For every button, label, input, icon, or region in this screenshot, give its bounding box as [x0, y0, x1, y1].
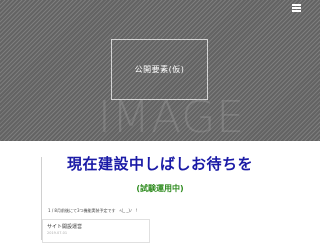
hero-label: 公開要素(仮) — [134, 65, 185, 74]
hero-image-area: 公開要素(仮) IMAGE — [0, 0, 320, 141]
hamburger-menu-icon[interactable] — [292, 4, 301, 12]
news-date: 2019.07.01 — [47, 231, 68, 235]
construction-notice-title: 現在建設中しばしお待ちを — [66, 155, 253, 173]
image-watermark: IMAGE — [98, 92, 246, 143]
news-card[interactable]: サイト開設運営 2019.07.01 — [42, 219, 150, 243]
news-title: サイト開設運営 — [47, 224, 83, 230]
hero-label-box: 公開要素(仮) — [111, 39, 208, 100]
notice-small-text: 1 / 8月前後にて3つ機能実装予定です ﾍ(_ _)ﾉ ! — [48, 208, 138, 213]
trial-operation-subtitle: (試験運用中) — [136, 184, 184, 193]
